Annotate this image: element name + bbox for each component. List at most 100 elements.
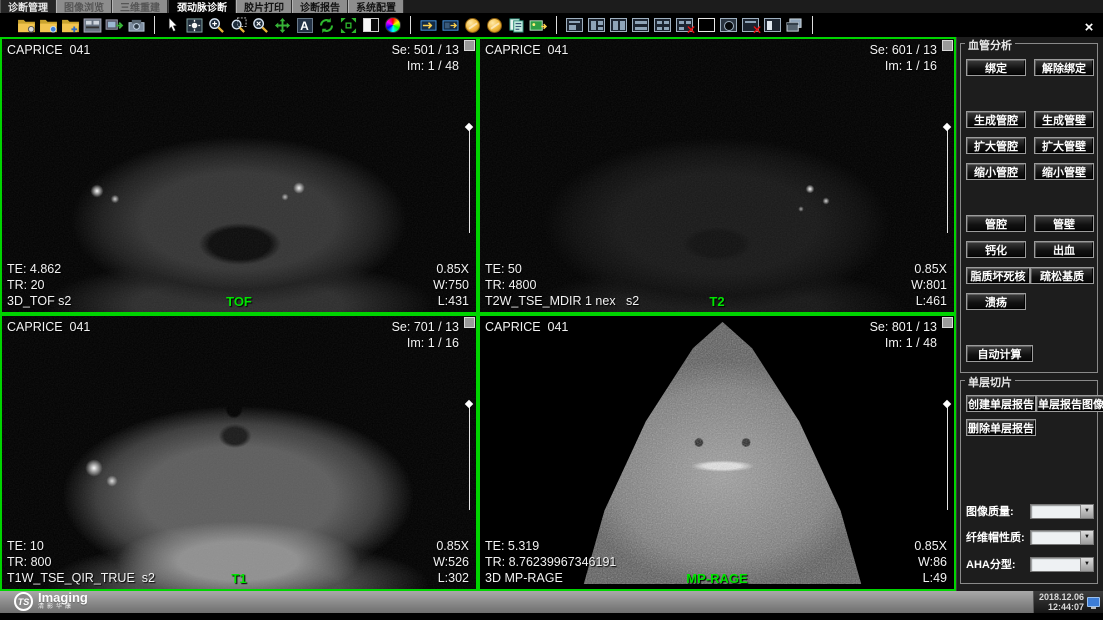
delete-view-icon[interactable]: ✕ — [741, 17, 760, 34]
create-slice-report-button[interactable]: 创建单层报告 — [966, 395, 1036, 412]
wall-button[interactable]: 管壁 — [1034, 215, 1094, 232]
scroll-thumb[interactable] — [942, 317, 953, 328]
chevron-down-icon[interactable]: ▼ — [1080, 558, 1093, 571]
patient-id: CAPRICE 041 — [485, 319, 568, 335]
scroll-thumb[interactable] — [464, 40, 475, 51]
slice-slider[interactable] — [947, 404, 948, 510]
aha-type-value — [1031, 558, 1080, 571]
series-number: Se: 801 / 13 — [870, 319, 937, 335]
fiber-cap-value — [1031, 531, 1080, 544]
shape-circle-icon[interactable] — [719, 17, 738, 34]
measure-coin-2-icon[interactable] — [485, 17, 504, 34]
zoom-factor: 0.85X — [914, 538, 947, 554]
annotation-icon[interactable]: A — [295, 17, 314, 34]
send-study-icon[interactable] — [105, 17, 124, 34]
layout-split-icon[interactable] — [763, 17, 782, 34]
pan-icon[interactable] — [273, 17, 292, 34]
patient-id: CAPRICE 041 — [7, 319, 90, 335]
chevron-down-icon[interactable]: ▼ — [1080, 531, 1093, 544]
layout-2col-icon[interactable] — [609, 17, 628, 34]
aha-type-select[interactable]: ▼ — [1030, 557, 1094, 572]
modality-label: TOF — [2, 294, 476, 309]
slice-slider[interactable] — [947, 127, 948, 233]
refresh-icon[interactable] — [317, 17, 336, 34]
zoom-in-icon[interactable] — [207, 17, 226, 34]
zoom-region-icon[interactable] — [229, 17, 248, 34]
generate-lumen-button[interactable]: 生成管腔 — [966, 111, 1026, 128]
generate-wall-button[interactable]: 生成管壁 — [1034, 111, 1094, 128]
zoom-out-icon[interactable] — [251, 17, 270, 34]
tab-carotid-diagnosis[interactable]: 颈动脉诊断 — [168, 0, 236, 13]
open-folder-add-icon[interactable] — [39, 17, 58, 34]
delete-slice-report-button[interactable]: 删除单层报告 — [966, 419, 1036, 436]
chevron-down-icon[interactable]: ▼ — [1080, 505, 1093, 518]
fit-screen-icon[interactable] — [339, 17, 358, 34]
status-bar: TS Imaging 清影华康 2018.12.06 12:44:07 — [0, 591, 1103, 613]
cascade-icon[interactable] — [785, 17, 804, 34]
layout-2row-icon[interactable] — [631, 17, 650, 34]
tile-view-icon[interactable] — [83, 17, 102, 34]
slice-slider[interactable] — [469, 404, 470, 510]
lumen-button[interactable]: 管腔 — [966, 215, 1026, 232]
scroll-thumb[interactable] — [942, 40, 953, 51]
unbind-button[interactable]: 解除绑定 — [1034, 59, 1094, 76]
archive-icon[interactable] — [127, 17, 146, 34]
link-images-icon[interactable] — [441, 17, 460, 34]
shrink-lumen-button[interactable]: 缩小管腔 — [966, 163, 1026, 180]
tab-3d-reconstruction[interactable]: 三维重建 — [112, 0, 168, 13]
expand-lumen-button[interactable]: 扩大管腔 — [966, 137, 1026, 154]
viewport-tof[interactable]: CAPRICE 041 Se: 501 / 13 Im: 1 / 48 TE: … — [0, 37, 478, 314]
expand-wall-button[interactable]: 扩大管壁 — [1034, 137, 1094, 154]
window-level-icon[interactable] — [185, 17, 204, 34]
measure-coin-icon[interactable] — [463, 17, 482, 34]
color-palette-icon[interactable] — [383, 17, 402, 34]
export-image-icon[interactable] — [529, 17, 548, 34]
calcification-button[interactable]: 钙化 — [966, 241, 1026, 258]
bind-button[interactable]: 绑定 — [966, 59, 1026, 76]
tab-diagnosis-report[interactable]: 诊断报告 — [292, 0, 348, 13]
cursor-icon[interactable] — [163, 17, 182, 34]
shape-square-icon[interactable] — [697, 17, 716, 34]
loose-matrix-button[interactable]: 疏松基质 — [1030, 267, 1094, 284]
tab-diagnosis-management[interactable]: 诊断管理 — [0, 0, 56, 13]
te-value: TE: 5.319 — [485, 538, 616, 554]
fiber-cap-select[interactable]: ▼ — [1030, 530, 1094, 545]
aha-type-label: AHA分型: — [966, 556, 1016, 572]
hemorrhage-button[interactable]: 出血 — [1034, 241, 1094, 258]
tr-value: TR: 20 — [7, 277, 71, 293]
viewport-grid: CAPRICE 041 Se: 501 / 13 Im: 1 / 48 TE: … — [0, 37, 956, 591]
series-number: Se: 601 / 13 — [870, 42, 937, 58]
workstation-icon — [1087, 597, 1100, 607]
layout-thumb-icon[interactable] — [587, 17, 606, 34]
auto-calculate-button[interactable]: 自动计算 — [966, 345, 1033, 362]
link-series-icon[interactable] — [419, 17, 438, 34]
viewport-t1[interactable]: CAPRICE 041 Se: 701 / 13 Im: 1 / 16 TE: … — [0, 314, 478, 591]
brand-name: Imaging — [38, 592, 88, 604]
main-toolbar: A ✕ ✕ — [0, 13, 1103, 37]
tab-system-config[interactable]: 系统配置 — [348, 0, 404, 13]
menu-bar: 诊断管理 图像浏览 三维重建 颈动脉诊断 胶片打印 诊断报告 系统配置 — [0, 0, 1103, 13]
modality-label: T1 — [2, 571, 476, 586]
close-icon[interactable]: × — [1081, 20, 1097, 36]
shrink-wall-button[interactable]: 缩小管壁 — [1034, 163, 1094, 180]
image-quality-select[interactable]: ▼ — [1030, 504, 1094, 519]
tab-image-browse[interactable]: 图像浏览 — [56, 0, 112, 13]
layout-clear-icon[interactable]: ✕ — [675, 17, 694, 34]
layout-1x1-icon[interactable] — [565, 17, 584, 34]
scroll-thumb[interactable] — [464, 317, 475, 328]
lipid-core-button[interactable]: 脂质坏死核 — [966, 267, 1030, 284]
new-folder-icon[interactable] — [61, 17, 80, 34]
zoom-factor: 0.85X — [911, 261, 947, 277]
viewport-mprage[interactable]: CAPRICE 041 Se: 801 / 13 Im: 1 / 48 TE: … — [478, 314, 956, 591]
tab-film-print[interactable]: 胶片打印 — [236, 0, 292, 13]
invert-icon[interactable] — [361, 17, 380, 34]
single-slice-group: 单层切片 创建单层报告 单层报告图像 删除单层报告 图像质量: ▼ 纤维帽性质: — [960, 380, 1098, 584]
open-study-icon[interactable] — [17, 17, 36, 34]
ulcer-button[interactable]: 溃疡 — [966, 293, 1026, 310]
layout-2x2-icon[interactable] — [653, 17, 672, 34]
copy-report-icon[interactable] — [507, 17, 526, 34]
viewport-t2[interactable]: CAPRICE 041 Se: 601 / 13 Im: 1 / 16 TE: … — [478, 37, 956, 314]
slice-report-image-button[interactable]: 单层报告图像 — [1036, 395, 1103, 412]
te-value: TE: 4.862 — [7, 261, 71, 277]
slice-slider[interactable] — [469, 127, 470, 233]
